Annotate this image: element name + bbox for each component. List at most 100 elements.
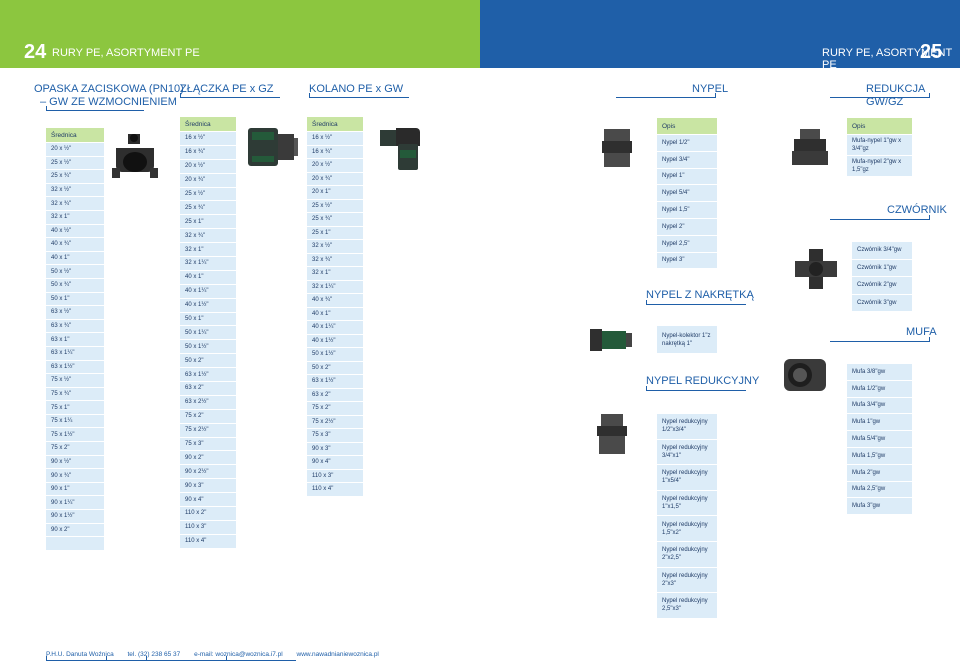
kolano-table-header: Średnica <box>307 117 363 131</box>
nypel-table-row: Nypel 2,5" <box>657 234 717 252</box>
kolano-table-row: 110 x 4" <box>307 482 363 496</box>
redukcyjny-table-row: Nypel redukcyjny 1/2"x3/4" <box>657 413 717 439</box>
kolano-table-row: 25 x 1" <box>307 225 363 240</box>
zlaczka-table-row: 63 x 2½" <box>180 394 236 409</box>
zlaczka-table-row: 32 x ¾" <box>180 228 236 242</box>
opaska-underline <box>46 106 144 111</box>
kolano-table-row: 20 x ½" <box>307 158 363 172</box>
redukcyjny-table-row: Nypel redukcyjny 1"x5/4" <box>657 464 717 490</box>
kolano-table-row: 40 x 1" <box>307 306 363 321</box>
nypel-table-row: Nypel 2" <box>657 217 717 235</box>
mufa-table-row: Mufa 3/4"gw <box>847 396 912 414</box>
zlaczka-table-row: 90 x 2" <box>180 450 236 464</box>
redukcyjny-table-row: Nypel redukcyjny 1,5"x2" <box>657 515 717 541</box>
nypel-table-row: Nypel 1/2" <box>657 134 717 151</box>
kolano-table-row: 75 x 3" <box>307 428 363 442</box>
kolano-table-row: 32 x ¾" <box>307 252 363 267</box>
opaska-table-row: 50 x ¾" <box>46 277 104 292</box>
kolano-underline <box>309 93 409 98</box>
kolano-table-row: 50 x 1½" <box>307 347 363 361</box>
mufa-table-row: Mufa 3"gw <box>847 497 912 514</box>
opaska-table-row: 90 x 1½" <box>46 509 104 523</box>
kolano-table-row: 25 x ¾" <box>307 212 363 226</box>
footer-email[interactable]: e-mail: woznica@woznica.i7.pl <box>194 651 283 658</box>
opaska-title-line1: OPASKA ZACISKOWA (PN10) <box>34 83 184 95</box>
opaska-zaciskowa-image <box>112 134 158 178</box>
opaska-table-row: 32 x ½" <box>46 182 104 197</box>
nypel-table-header: Opis <box>657 118 717 134</box>
zlaczka-table-row: 25 x 1" <box>180 214 236 228</box>
zlaczka-table-row: 63 x 1½" <box>180 367 236 381</box>
zlaczka-table-row: 90 x 4" <box>180 492 236 506</box>
zlaczka-table-row: 50 x 2" <box>180 353 236 367</box>
kolano-table-row: 20 x 1" <box>307 185 363 199</box>
nypel-table-row: Nypel 5/4" <box>657 184 717 201</box>
footer-phone: tel. (32) 238 65 37 <box>127 651 181 658</box>
mufa-table-row: Mufa 2,5"gw <box>847 480 912 498</box>
redukcyjny-table-row: Nypel redukcyjny 1"x1,5" <box>657 489 717 516</box>
czwornik-table-row: Czwórnik 1"gw <box>852 258 912 277</box>
redukcja-table-header: Opis <box>847 118 912 134</box>
redukcja-underline <box>830 93 930 98</box>
opaska-table-row: 20 x ½" <box>46 142 104 156</box>
opaska-table-row: 40 x 1" <box>46 250 104 265</box>
kolano-table-row: 32 x ½" <box>307 239 363 253</box>
zlaczka-table-row: 63 x 2" <box>180 381 236 395</box>
opaska-table-row: 32 x 1" <box>46 209 104 224</box>
kolano-image <box>380 128 420 170</box>
zlaczka-table-row: 90 x 3" <box>180 478 236 492</box>
zlaczka-table-row: 20 x ¾" <box>180 172 236 187</box>
redukcja-table-row: Mufa-nypel 1"gw x 3/4"gz <box>847 134 912 155</box>
nypel-table-row: Nypel 3/4" <box>657 150 717 168</box>
zlaczka-table-row: 16 x ¾" <box>180 144 236 159</box>
mufa-underline <box>830 337 930 342</box>
mufa-image <box>784 359 826 391</box>
zlaczka-table: Średnica 16 x ½" 16 x ¾" 20 x ½" 20 x ¾" 25 … <box>180 117 236 548</box>
zlaczka-table-row: 25 x ½" <box>180 186 236 201</box>
opaska-table-row: 90 x ½" <box>46 454 104 469</box>
redukcyjny-table-row: Nypel redukcyjny 2"x3" <box>657 566 717 593</box>
zlaczka-table-row: 110 x 3" <box>180 519 236 534</box>
kolano-table-row: 32 x 1" <box>307 266 363 280</box>
kolano-table-row: 63 x 2" <box>307 387 363 402</box>
opaska-table-row: 25 x ¾" <box>46 169 104 183</box>
mufa-table-row: Mufa 1,5"gw <box>847 446 912 464</box>
redukcyjny-table-row: Nypel redukcyjny 3/4"x1" <box>657 438 717 465</box>
nypel-table-row: Nypel 3" <box>657 251 717 269</box>
kolano-table-row: 25 x ½" <box>307 198 363 213</box>
zlaczka-table-row: 90 x 2½" <box>180 464 236 478</box>
kolano-table-row: 110 x 3" <box>307 468 363 483</box>
czwornik-table: Czwórnik 3/4"gw Czwórnik 1"gw Czwórnik 2"g… <box>852 241 912 311</box>
zlaczka-table-row: 40 x 1" <box>180 269 236 284</box>
footer: P.H.U. Danuta Woźnica tel. (32) 238 65 3… <box>46 651 391 658</box>
opaska-table-row: 40 x ½" <box>46 223 104 238</box>
redukcyjny-table-row: Nypel redukcyjny 2"x2,5" <box>657 540 717 567</box>
opaska-table-row: 75 x 1" <box>46 400 104 414</box>
zlaczka-table-row: 20 x ½" <box>180 158 236 173</box>
zlaczka-table-row: 32 x 1¼" <box>180 256 236 270</box>
kolano-table-row: 63 x 1½" <box>307 374 363 388</box>
nypel-underline <box>616 93 716 98</box>
zlaczka-table-row: 32 x 1" <box>180 242 236 256</box>
opaska-table-row: 63 x 1½" <box>46 359 104 374</box>
zlaczka-underline <box>180 93 280 98</box>
opaska-table: Średnica 20 x ½" 25 x ½" 25 x ¾" 32 x ½" 32 … <box>46 128 104 550</box>
nakretka-table-row: Nypel-kolektor 1"z nakrętką 1" <box>657 325 717 353</box>
czwornik-table-row: Czwórnik 3/4"gw <box>852 241 912 259</box>
zlaczka-table-row: 40 x 1¼" <box>180 283 236 298</box>
zlaczka-table-row: 50 x 1½" <box>180 339 236 353</box>
zlaczka-table-row: 40 x 1½" <box>180 297 236 312</box>
footer-web[interactable]: www.nawadnianiewoznica.pl <box>297 651 379 658</box>
mufa-table-row: Mufa 2"gw <box>847 463 912 481</box>
left-page-title: RURY PE, ASORTYMENT PE <box>52 47 200 59</box>
kolano-table: Średnica 16 x ½" 16 x ¾" 20 x ½" 20 x ¾" 20 … <box>307 117 363 496</box>
zlaczka-table-row: 50 x 1¼" <box>180 325 236 339</box>
nypel-redukcyjny-image <box>597 414 627 454</box>
mufa-table-row: Mufa 5/4"gw <box>847 430 912 447</box>
kolano-table-row: 90 x 4" <box>307 455 363 469</box>
opaska-table-row: 63 x 1" <box>46 332 104 346</box>
zlaczka-table-row: 25 x ¾" <box>180 200 236 214</box>
right-page-number: 25 <box>920 41 943 63</box>
opaska-table-row: 75 x ¾" <box>46 386 104 401</box>
czwornik-table-row: Czwórnik 2"gw <box>852 276 912 294</box>
